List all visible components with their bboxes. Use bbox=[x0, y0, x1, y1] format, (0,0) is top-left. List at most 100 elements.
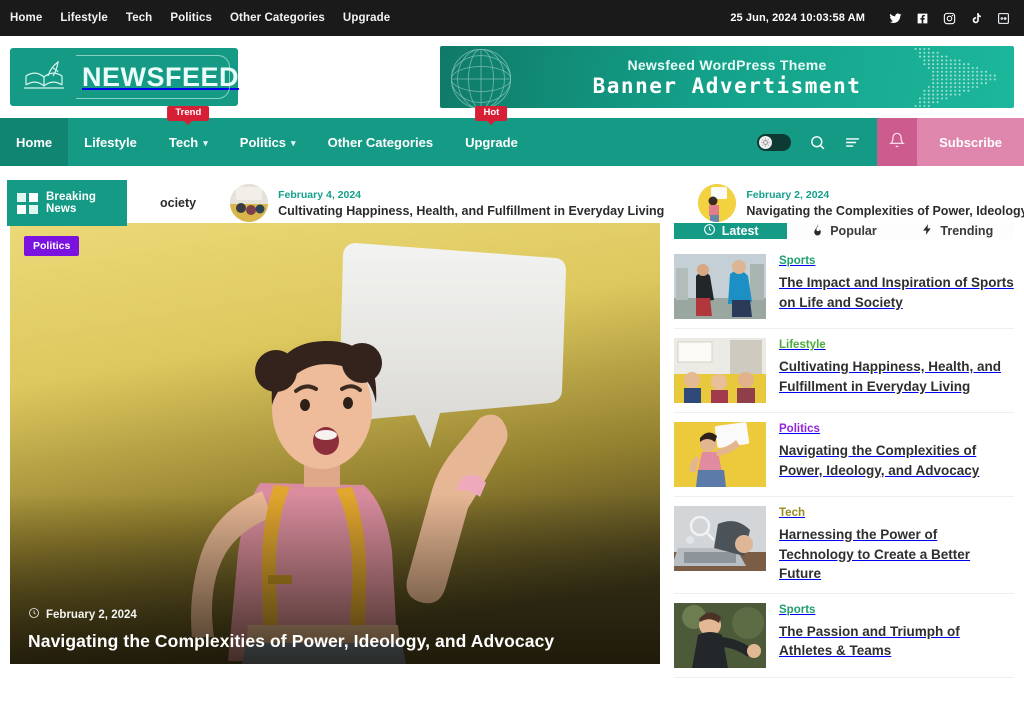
nav-tools bbox=[749, 118, 877, 166]
current-datetime: 25 Jun, 2024 10:03:58 AM bbox=[730, 12, 865, 24]
main-nav-items: Home Lifestyle Trend Tech ▾ Politics ▾ O… bbox=[0, 106, 534, 166]
sidebar: Latest Popular Trending Sports The Impac… bbox=[674, 223, 1014, 678]
featured-date: February 2, 2024 bbox=[28, 607, 554, 622]
breaking-news-text: Breaking News bbox=[46, 191, 97, 215]
site-logo[interactable]: NEWSFEED bbox=[10, 48, 240, 106]
grid-icon bbox=[17, 192, 38, 214]
topbar-link-politics[interactable]: Politics bbox=[170, 12, 212, 24]
nav-item-other-categories[interactable]: Other Categories bbox=[312, 118, 449, 166]
featured-title: Navigating the Complexities of Power, Id… bbox=[28, 631, 555, 651]
twitter-icon[interactable] bbox=[888, 11, 902, 25]
list-item[interactable]: Sports The Passion and Triumph of Athlet… bbox=[674, 594, 1014, 678]
nav-item-lifestyle[interactable]: Lifestyle bbox=[68, 118, 153, 166]
post-category[interactable]: Lifestyle bbox=[779, 339, 1014, 351]
nav-label: Upgrade bbox=[465, 134, 518, 150]
list-item[interactable]: Politics Navigating the Complexities of … bbox=[674, 413, 1014, 497]
topbar-link-tech[interactable]: Tech bbox=[126, 12, 152, 24]
post-title: Cultivating Happiness, Health, and Fulfi… bbox=[779, 359, 1002, 394]
nav-label: Home bbox=[16, 134, 53, 150]
nav-label: Other Categories bbox=[327, 134, 434, 150]
flickr-icon[interactable] bbox=[996, 11, 1010, 25]
ticker-item[interactable]: ociety bbox=[160, 196, 230, 210]
top-bar: Home Lifestyle Tech Politics Other Categ… bbox=[0, 0, 1024, 36]
nav-label: Lifestyle bbox=[84, 134, 137, 150]
ticker-meta: February 2, 2024 Navigating the Complexi… bbox=[746, 189, 1024, 218]
toggle-knob bbox=[759, 135, 773, 149]
post-category[interactable]: Sports bbox=[779, 604, 1014, 616]
ticker-title: ociety bbox=[160, 196, 197, 210]
post-title: Navigating the Complexities of Power, Id… bbox=[779, 443, 980, 478]
featured-article-meta: February 2, 2024 Navigating the Complexi… bbox=[28, 607, 554, 652]
facebook-icon[interactable] bbox=[915, 11, 929, 25]
list-item[interactable]: Lifestyle Cultivating Happiness, Health,… bbox=[674, 329, 1014, 413]
nav-item-tech[interactable]: Trend Tech ▾ bbox=[153, 106, 224, 166]
banner-line-2: Banner Advertisment bbox=[592, 73, 862, 98]
dark-mode-toggle[interactable] bbox=[757, 133, 792, 151]
top-bar-right: 25 Jun, 2024 10:03:58 AM bbox=[730, 11, 1010, 25]
tab-label: Latest bbox=[721, 224, 759, 238]
post-title: The Passion and Triumph of Athletes & Te… bbox=[779, 623, 960, 659]
globe-icon bbox=[442, 46, 520, 108]
ticker-date: February 2, 2024 bbox=[746, 188, 830, 201]
notification-bell-button[interactable] bbox=[877, 118, 918, 166]
book-feather-icon bbox=[22, 58, 74, 96]
logo-text: NEWSFEED bbox=[82, 61, 240, 92]
topbar-link-home[interactable]: Home bbox=[10, 12, 42, 24]
content-area: Politics February 2, 2024 Navigating the… bbox=[0, 223, 1024, 678]
nav-item-home[interactable]: Home bbox=[0, 118, 69, 166]
featured-article-card[interactable]: Politics February 2, 2024 Navigating the… bbox=[10, 223, 660, 664]
sidebar-post-list: Sports The Impact and Inspiration of Spo… bbox=[674, 245, 1014, 678]
ticker-item[interactable]: February 2, 2024 Navigating the Complexi… bbox=[698, 184, 1024, 222]
post-thumbnail bbox=[674, 338, 766, 403]
tiktok-icon[interactable] bbox=[969, 11, 983, 25]
ticker-thumbnail bbox=[230, 184, 269, 222]
ticker-date: February 4, 2024 bbox=[278, 188, 362, 201]
breaking-news-label: Breaking News bbox=[7, 180, 127, 226]
post-body: Sports The Impact and Inspiration of Spo… bbox=[779, 254, 1014, 312]
main-nav-right: Subscribe bbox=[749, 118, 1024, 166]
main-navigation: Home Lifestyle Trend Tech ▾ Politics ▾ O… bbox=[0, 106, 1024, 166]
list-item[interactable]: Tech Harnessing the Power of Technology … bbox=[674, 497, 1014, 594]
subscribe-button[interactable]: Subscribe bbox=[917, 118, 1024, 166]
tab-label: Trending bbox=[940, 224, 994, 238]
post-body: Sports The Passion and Triumph of Athlet… bbox=[779, 603, 1014, 661]
chevron-down-icon: ▾ bbox=[291, 137, 296, 148]
post-body: Lifestyle Cultivating Happiness, Health,… bbox=[779, 338, 1014, 396]
tab-label: Popular bbox=[830, 224, 877, 238]
nav-badge-hot: Hot bbox=[475, 106, 508, 124]
nav-badge-trend: Trend bbox=[167, 106, 210, 124]
post-title: Harnessing the Power of Technology to Cr… bbox=[779, 527, 971, 582]
breaking-news-ticker: ociety February 4, 2024 Cultivating Happ… bbox=[0, 180, 1024, 226]
post-category[interactable]: Sports bbox=[779, 255, 1014, 267]
post-title: The Impact and Inspiration of Sports on … bbox=[779, 275, 1014, 310]
search-icon[interactable] bbox=[809, 134, 826, 151]
chevron-dot-pattern bbox=[894, 46, 1014, 108]
post-thumbnail bbox=[674, 254, 766, 319]
featured-date-text: February 2, 2024 bbox=[46, 608, 137, 621]
hamburger-menu-icon[interactable] bbox=[844, 134, 861, 151]
list-item[interactable]: Sports The Impact and Inspiration of Spo… bbox=[674, 245, 1014, 329]
post-thumbnail bbox=[674, 506, 766, 571]
nav-label: Tech bbox=[168, 134, 199, 150]
featured-category-badge[interactable]: Politics bbox=[24, 236, 80, 256]
post-category[interactable]: Tech bbox=[779, 507, 1014, 519]
nav-item-politics[interactable]: Politics ▾ bbox=[224, 118, 312, 166]
ticker-item[interactable]: February 4, 2024 Cultivating Happiness, … bbox=[230, 184, 698, 222]
nav-item-upgrade[interactable]: Hot Upgrade bbox=[449, 106, 534, 166]
post-category[interactable]: Politics bbox=[779, 423, 1014, 435]
ticker-title: Navigating the Complexities of Power, Id… bbox=[746, 203, 1024, 218]
nav-label: Politics bbox=[239, 134, 287, 150]
topbar-link-lifestyle[interactable]: Lifestyle bbox=[60, 12, 108, 24]
post-thumbnail bbox=[674, 422, 766, 487]
instagram-icon[interactable] bbox=[942, 11, 956, 25]
clock-icon bbox=[28, 607, 40, 622]
post-thumbnail bbox=[674, 602, 766, 668]
banner-advertisement[interactable]: Newsfeed WordPress Theme Banner Advertis… bbox=[440, 46, 1014, 108]
ticker-thumbnail bbox=[698, 184, 737, 222]
site-header: NEWSFEED Newsfeed WordPress Theme Banner… bbox=[0, 36, 1024, 118]
post-body: Politics Navigating the Complexities of … bbox=[779, 422, 1014, 480]
topbar-link-other-categories[interactable]: Other Categories bbox=[230, 12, 325, 24]
topbar-link-upgrade[interactable]: Upgrade bbox=[343, 12, 390, 24]
top-bar-nav: Home Lifestyle Tech Politics Other Categ… bbox=[10, 12, 390, 24]
bell-icon bbox=[889, 132, 906, 153]
